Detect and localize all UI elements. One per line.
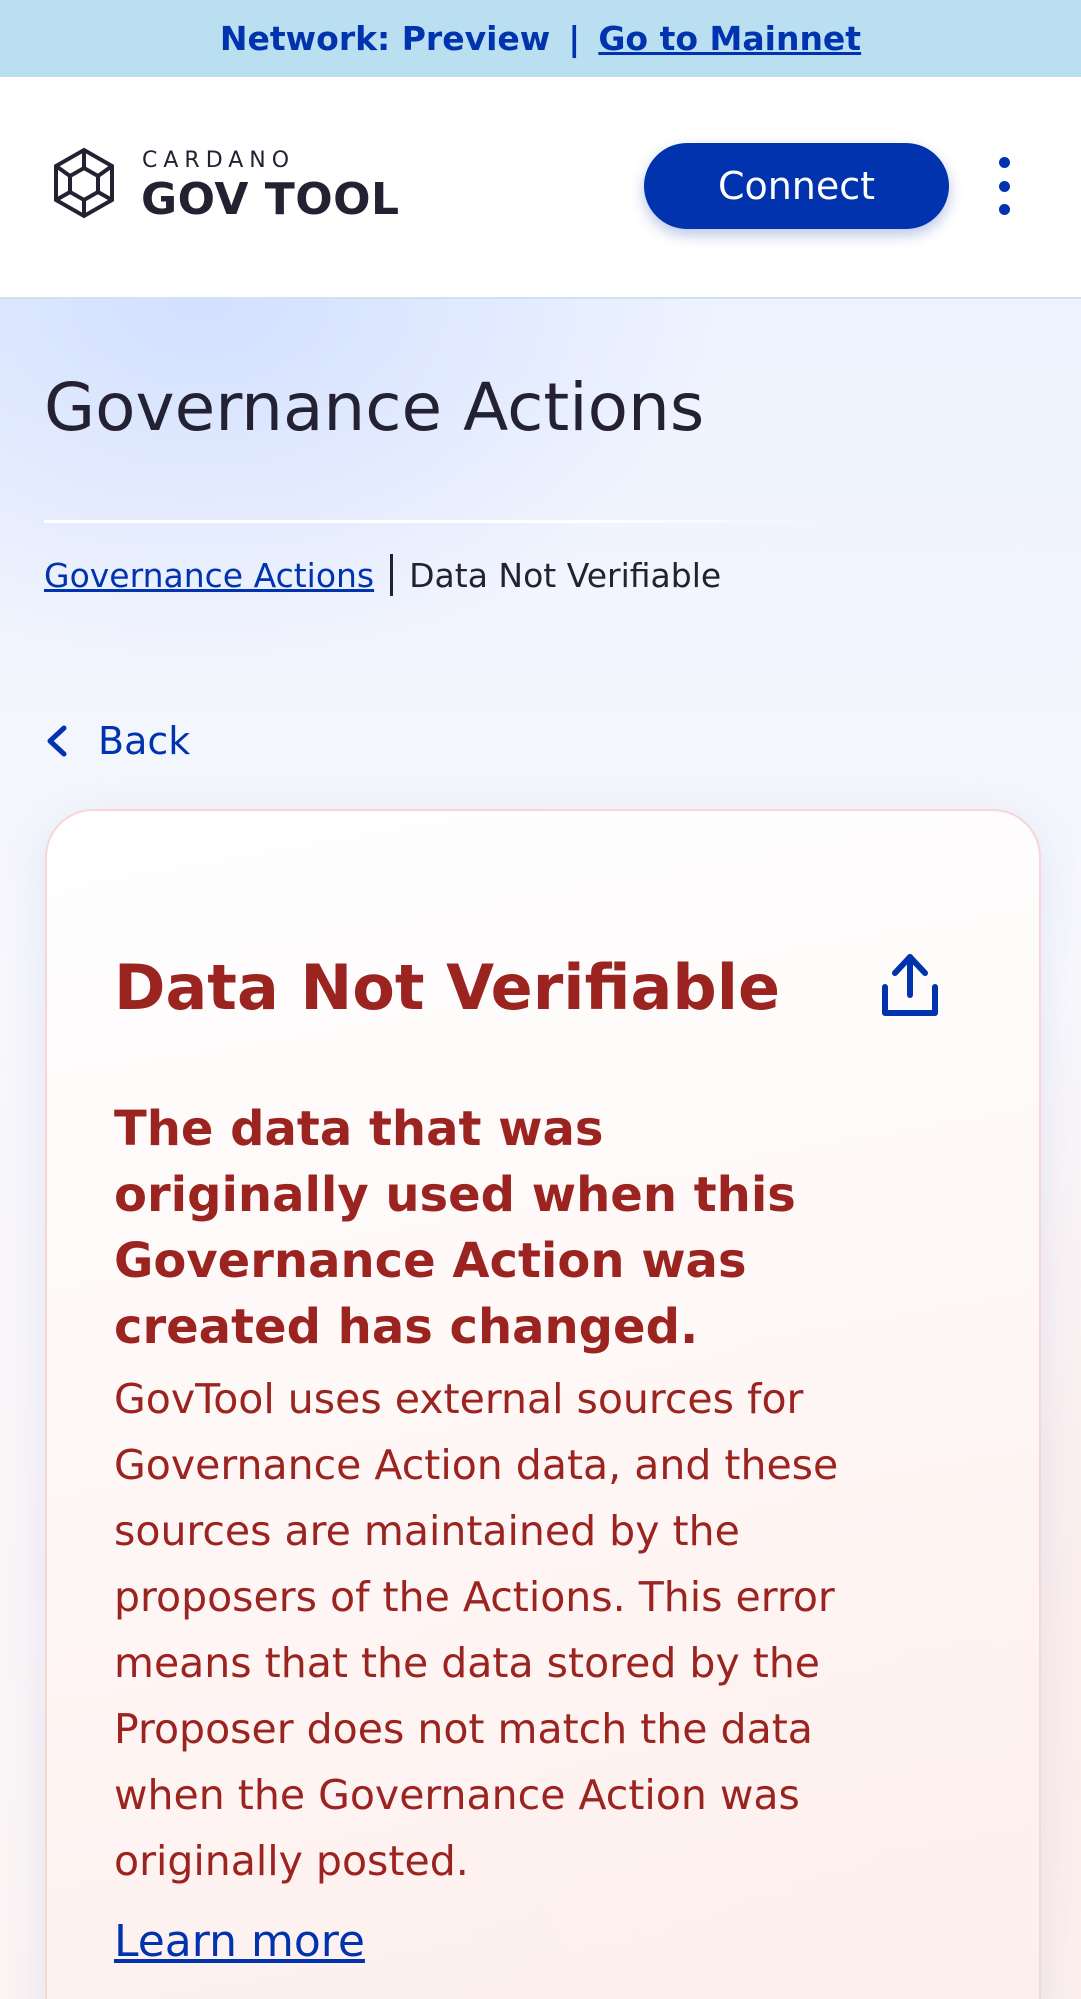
breadcrumb: Governance Actions Data Not Verifiable	[44, 554, 721, 596]
card-body-text: GovTool uses external sources for Govern…	[114, 1375, 839, 1885]
share-icon[interactable]	[879, 951, 941, 1019]
main-content: Governance Actions Governance Actions Da…	[0, 299, 1081, 1999]
breadcrumb-current: Data Not Verifiable	[409, 555, 722, 595]
kebab-dot	[998, 204, 1010, 215]
back-button[interactable]: Back	[44, 719, 190, 763]
network-banner: Network: Preview | Go to Mainnet	[0, 0, 1081, 77]
network-separator: |	[568, 19, 581, 58]
breadcrumb-separator	[390, 554, 394, 596]
data-not-verifiable-card: Data Not Verifiable The data that was or…	[45, 809, 1041, 1999]
logo-wordmark-small: CARDANO	[142, 148, 296, 173]
connect-button[interactable]: Connect	[644, 143, 949, 229]
cardano-logo-icon	[54, 147, 114, 219]
kebab-dot	[998, 157, 1010, 168]
cardano-govtool-logo[interactable]: CARDANO GOV TOOL	[44, 144, 404, 225]
chevron-left-icon	[47, 725, 67, 757]
go-to-mainnet-link[interactable]: Go to Mainnet	[598, 19, 861, 58]
breadcrumb-governance-actions-link[interactable]: Governance Actions	[44, 556, 374, 595]
network-label: Network: Preview	[219, 19, 551, 58]
title-divider	[44, 520, 824, 523]
kebab-menu-icon[interactable]	[990, 157, 1018, 215]
top-header: CARDANO GOV TOOL Connect	[0, 77, 1081, 299]
card-subtitle: The data that was originally used when t…	[114, 1101, 796, 1355]
page-title: Governance Actions	[44, 369, 705, 446]
card-title: Data Not Verifiable	[114, 951, 781, 1024]
learn-more-link[interactable]: Learn more	[114, 1916, 365, 1967]
kebab-dot	[998, 180, 1010, 192]
logo-wordmark-big: GOV TOOL	[141, 174, 400, 225]
back-label: Back	[98, 719, 191, 763]
